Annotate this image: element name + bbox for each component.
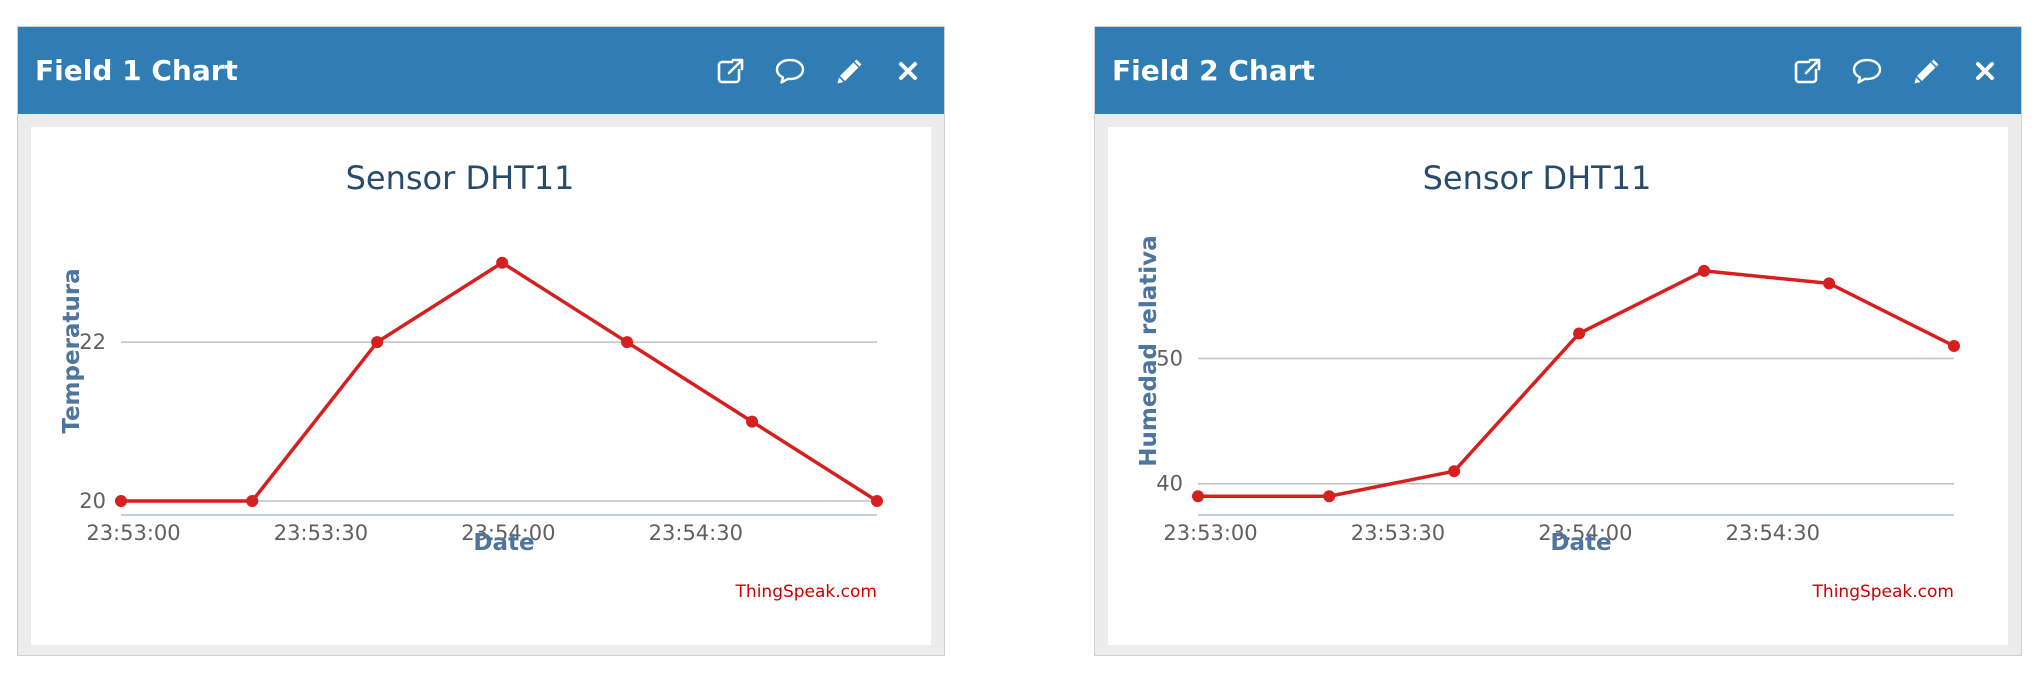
x-axis-title: Date [1550,530,1611,556]
series-line [121,260,878,503]
close-icon[interactable] [888,51,928,91]
thingspeak-credit[interactable]: ThingSpeak.com [735,582,877,602]
x-tick-label: 23:54:30 [649,521,743,545]
widget-header: Field 1 Chart [18,27,944,114]
close-icon[interactable] [1965,51,2005,91]
comment-icon[interactable] [770,51,810,91]
pencil-icon[interactable] [830,51,870,91]
pencil-icon[interactable] [1907,51,1947,91]
data-point[interactable] [1192,490,1204,503]
data-point[interactable] [1823,277,1836,290]
data-point[interactable] [1573,327,1586,340]
data-point[interactable] [1323,490,1336,503]
chart-area: 40 50 23:53:00 23:53:30 23:54:00 23:54:30 Sen… [1108,127,2008,645]
x-tick-label: 23:53:30 [1351,521,1445,545]
widget-title: Field 1 Chart [35,54,238,87]
data-point[interactable] [1448,465,1461,478]
external-link-icon[interactable] [710,51,750,91]
external-link-icon[interactable] [1787,51,1827,91]
x-tick-label: 23:53:30 [274,521,368,545]
data-point[interactable] [371,336,384,349]
y-tick-label: 40 [1156,472,1183,496]
y-axis-title: Temperatura [59,268,85,433]
x-axis-title: Date [473,530,534,556]
data-point[interactable] [746,415,759,428]
widget-title: Field 2 Chart [1112,54,1315,87]
x-tick-label: 23:53:00 [86,521,180,545]
chart-title: Sensor DHT11 [346,159,575,197]
x-tick-label: 23:53:00 [1163,521,1257,545]
series-line [1198,269,1955,498]
thingspeak-credit[interactable]: ThingSpeak.com [1812,582,1954,602]
data-point[interactable] [115,495,127,508]
data-point[interactable] [871,495,883,508]
data-point[interactable] [621,336,634,349]
comment-icon[interactable] [1847,51,1887,91]
data-point[interactable] [246,495,259,508]
data-point[interactable] [496,256,509,269]
line-chart: 202223:53:00 23:53:30 23:54:00 23:54:30 Sen… [59,159,883,602]
line-chart: 405023:53:00 23:53:30 23:54:00 23:54:30 Sen… [1136,159,1960,602]
y-tick-label: 20 [79,489,106,513]
y-axis-title: Humedad relativa [1136,235,1162,466]
data-point[interactable] [1698,264,1711,277]
data-point[interactable] [1948,339,1960,352]
x-tick-label: 23:54:30 [1726,521,1820,545]
field-2-chart-widget: Field 2 Chart 40 50 23:53:00 23:53:30 23:54:… [1094,26,2022,656]
widget-header: Field 2 Chart [1095,27,2021,114]
chart-area: 20 22 23:53:00 23:53:30 23:54:00 23:54:30 Sen… [31,127,931,645]
field-1-chart-widget: Field 1 Chart 20 22 23:53:00 23:53:30 23:54:… [17,26,945,656]
chart-title: Sensor DHT11 [1423,159,1652,197]
